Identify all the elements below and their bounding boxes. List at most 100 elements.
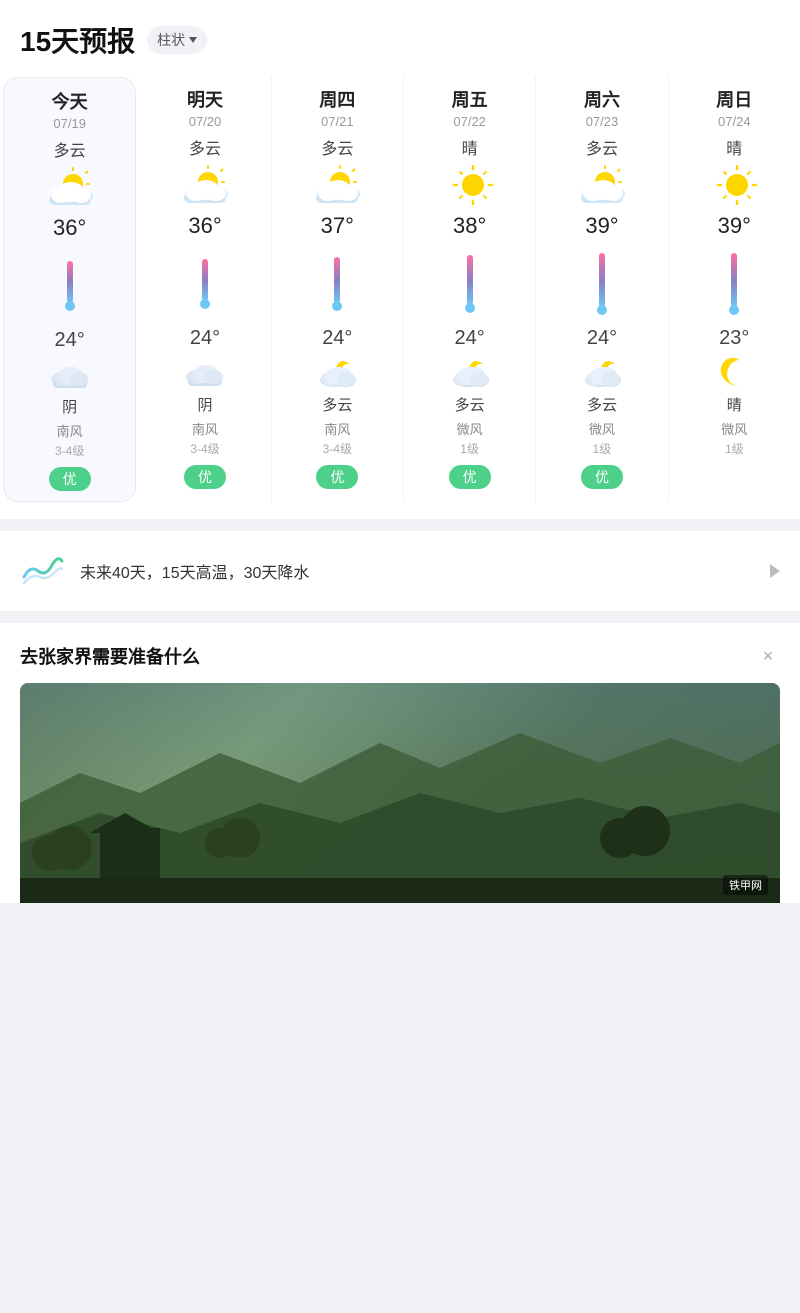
weather-card: 今天 07/19 多云 36° 24° 阴 南风 3-4级 优	[0, 60, 800, 519]
air-quality-badge: 优	[449, 465, 491, 489]
thermo-bulb	[465, 303, 475, 313]
day-weather-icon	[178, 165, 232, 205]
day-name: 周五	[452, 86, 488, 112]
air-quality-badge: 优	[49, 467, 91, 491]
chart-toggle-button[interactable]: 柱状	[147, 26, 207, 54]
day-condition: 多云	[321, 135, 353, 159]
weather-row: 今天 07/19 多云 36° 24° 阴 南风 3-4级 优	[0, 76, 800, 503]
day-date: 07/21	[321, 114, 354, 129]
wind-level: 1级	[593, 440, 612, 457]
thermometer	[729, 249, 739, 319]
night-weather-icon	[49, 358, 91, 390]
high-temp: 36°	[53, 215, 86, 241]
forecast-banner[interactable]: 未来40天，15天高温，30天降水	[0, 531, 800, 611]
day-col[interactable]: 明天 07/20 多云 36° 24° 阴 南风 3-4级 优	[139, 76, 271, 503]
day-weather-icon	[707, 165, 761, 205]
travel-image: 铁甲网	[20, 683, 780, 903]
wind-level: 1级	[725, 440, 744, 457]
night-condition: 多云	[322, 394, 352, 415]
wind-direction: 南风	[324, 419, 350, 438]
thermo-bar	[599, 253, 605, 307]
day-weather-icon	[310, 165, 364, 205]
high-temp: 36°	[188, 213, 221, 239]
thermo-bulb	[200, 299, 210, 309]
close-button[interactable]: ×	[756, 644, 780, 668]
page-title: 15天预报	[20, 20, 135, 60]
day-col[interactable]: 周六 07/23 多云 39° 24° 多云 微风 1级 优	[536, 76, 668, 503]
wind-direction: 南风	[192, 419, 218, 438]
travel-tip-title: 去张家界需要准备什么	[20, 643, 200, 669]
night-condition: 多云	[587, 394, 617, 415]
thermo-bar	[467, 255, 473, 305]
thermometer	[465, 249, 475, 319]
wind-direction: 南风	[57, 421, 83, 440]
day-col[interactable]: 周五 07/22 晴 38° 24° 多云 微风 1级 优	[404, 76, 536, 503]
thermometer	[65, 251, 75, 321]
night-weather-icon	[713, 356, 755, 388]
high-temp: 37°	[321, 213, 354, 239]
watermark: 铁甲网	[723, 875, 768, 895]
day-col[interactable]: 今天 07/19 多云 36° 24° 阴 南风 3-4级 优	[4, 78, 135, 501]
thermo-bulb	[597, 305, 607, 315]
chevron-down-icon	[189, 37, 197, 43]
wind-direction: 微风	[721, 419, 747, 438]
night-condition: 多云	[455, 394, 485, 415]
thermo-bulb	[332, 301, 342, 311]
thermo-bar	[202, 259, 208, 301]
day-date: 07/20	[189, 114, 222, 129]
wind-direction: 微风	[457, 419, 483, 438]
wind-level: 1级	[460, 440, 479, 457]
thermo-bulb	[65, 301, 75, 311]
low-temp: 24°	[55, 329, 85, 352]
night-weather-icon	[581, 356, 623, 388]
thermo-bar	[334, 257, 340, 303]
day-name: 周四	[319, 86, 355, 112]
day-col[interactable]: 周四 07/21 多云 37° 24° 多云 南风 3-4级 优	[272, 76, 404, 503]
header: 15天预报 柱状	[0, 0, 800, 60]
wind-level: 3-4级	[55, 442, 84, 459]
day-col[interactable]: 周日 07/24 晴 39° 23° 晴 微风 1级	[669, 76, 800, 503]
night-condition: 晴	[727, 394, 742, 415]
day-weather-icon	[443, 165, 497, 205]
high-temp: 39°	[718, 213, 751, 239]
night-weather-icon	[316, 356, 358, 388]
thermometer	[332, 249, 342, 319]
low-temp: 23°	[719, 327, 749, 350]
wind-direction: 微风	[589, 419, 615, 438]
day-name: 明天	[187, 86, 223, 112]
trend-icon	[20, 549, 64, 593]
day-condition: 多云	[189, 135, 221, 159]
travel-tip-header: 去张家界需要准备什么 ×	[20, 643, 780, 669]
day-condition: 多云	[586, 135, 618, 159]
page-wrapper: 15天预报 柱状 今天 07/19 多云 36° 24°	[0, 0, 800, 903]
low-temp: 24°	[322, 327, 352, 350]
low-temp: 24°	[190, 327, 220, 350]
day-condition: 晴	[462, 135, 478, 159]
thermometer	[597, 249, 607, 319]
day-name: 周日	[716, 86, 752, 112]
night-condition: 阴	[197, 394, 212, 415]
chart-toggle-label: 柱状	[157, 30, 185, 50]
high-temp: 38°	[453, 213, 486, 239]
air-quality-badge: 优	[184, 465, 226, 489]
high-temp: 39°	[585, 213, 618, 239]
thermo-bulb	[729, 305, 739, 315]
travel-tip: 去张家界需要准备什么 ×	[0, 623, 800, 903]
forecast-chevron-icon	[770, 564, 780, 578]
air-quality-badge: 优	[316, 465, 358, 489]
thermo-bar	[67, 261, 73, 303]
wind-level: 3-4级	[323, 440, 352, 457]
low-temp: 24°	[587, 327, 617, 350]
day-date: 07/22	[453, 114, 486, 129]
day-condition: 多云	[54, 137, 86, 161]
day-condition: 晴	[726, 135, 742, 159]
thermometer	[200, 249, 210, 319]
day-date: 07/24	[718, 114, 751, 129]
night-weather-icon	[449, 356, 491, 388]
night-condition: 阴	[62, 396, 77, 417]
day-weather-icon	[43, 167, 97, 207]
wind-level: 3-4级	[190, 440, 219, 457]
day-date: 07/23	[586, 114, 619, 129]
day-weather-icon	[575, 165, 629, 205]
day-date: 07/19	[53, 116, 86, 131]
